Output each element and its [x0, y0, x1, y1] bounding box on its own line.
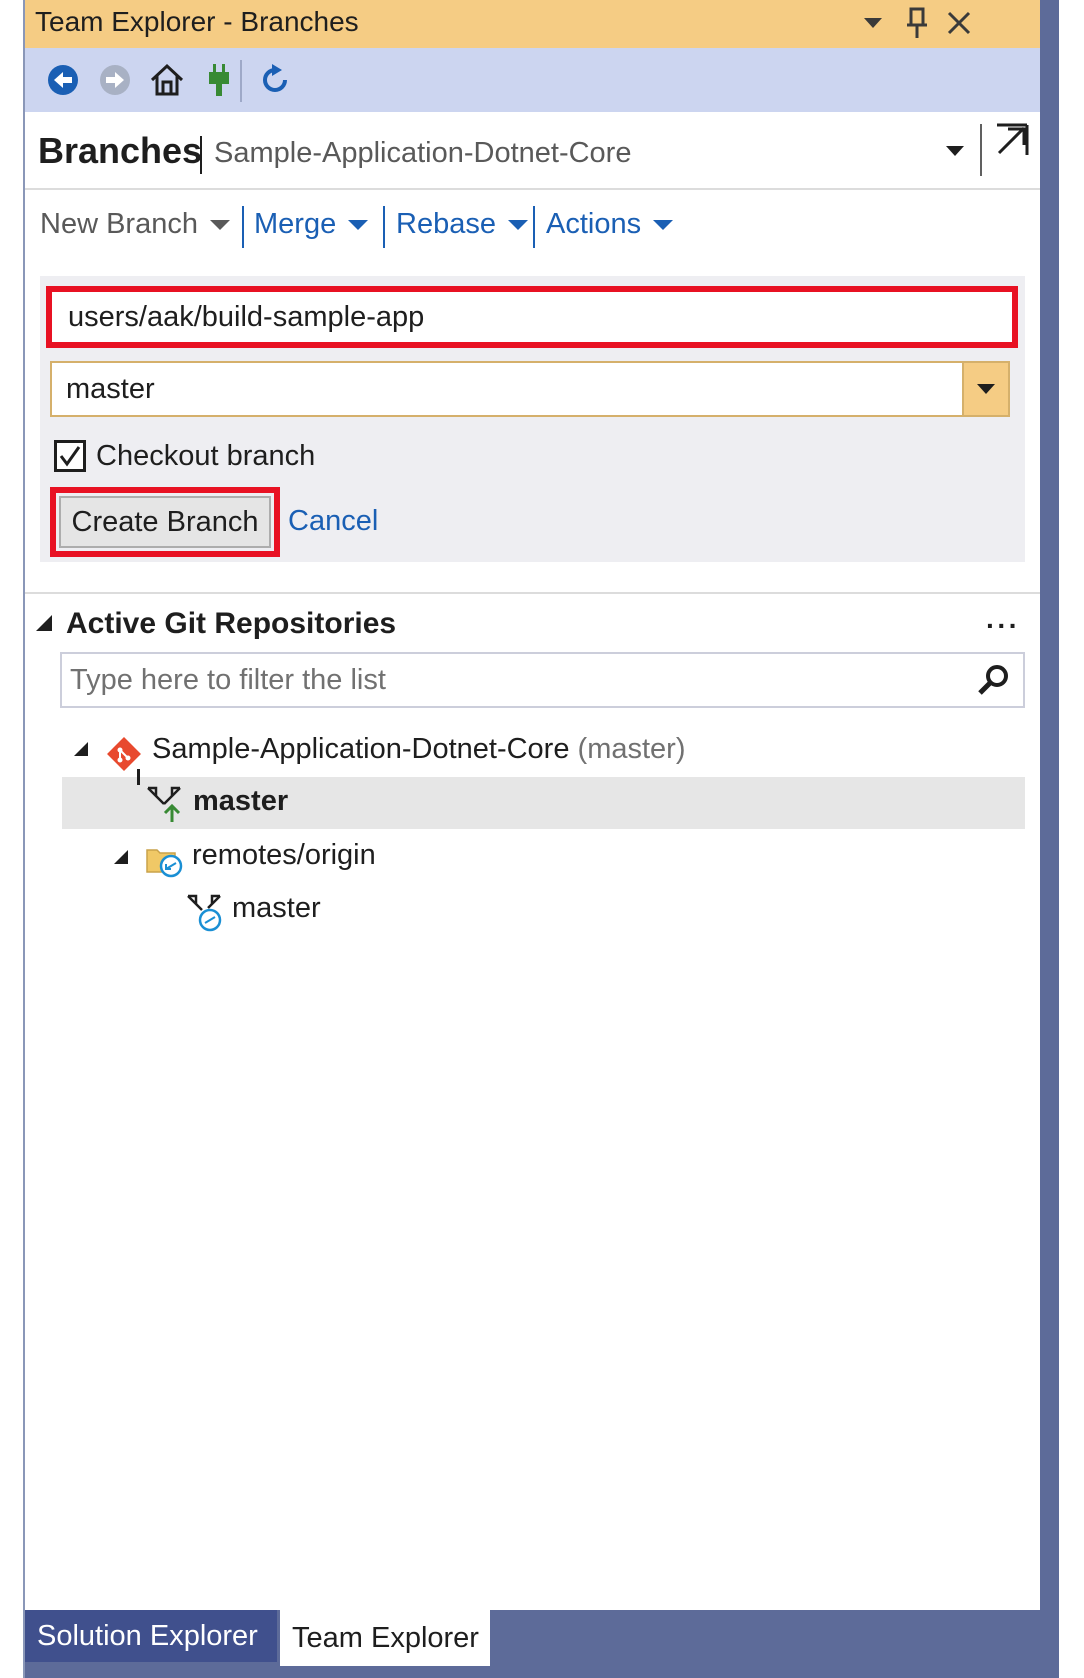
tree-connector	[137, 769, 140, 785]
chevron-down-icon	[348, 219, 369, 230]
window-left-border	[23, 0, 25, 1678]
chevron-down-icon	[946, 146, 964, 156]
action-separator	[383, 206, 385, 248]
page-menu-dropdown[interactable]	[940, 136, 970, 166]
pin-button[interactable]	[899, 4, 935, 42]
close-icon	[947, 11, 971, 35]
connect-button[interactable]	[197, 58, 241, 102]
base-branch-value: master	[66, 373, 155, 405]
rebase-menu[interactable]: Rebase	[396, 208, 528, 241]
window-menu-dropdown[interactable]	[855, 4, 891, 42]
header-separator	[980, 124, 982, 176]
tab-team-explorer[interactable]: Team Explorer	[280, 1610, 490, 1666]
filter-box	[60, 652, 1025, 708]
popout-icon	[997, 123, 1029, 155]
filter-input[interactable]	[70, 658, 950, 702]
chevron-down-icon	[977, 384, 995, 394]
collapse-triangle-icon[interactable]	[74, 742, 88, 756]
checkout-branch-checkbox[interactable]	[54, 440, 86, 472]
tool-window-tabs: Solution Explorer Team Explorer	[25, 1610, 1040, 1678]
base-branch-dropdown-button[interactable]	[962, 363, 1008, 415]
collapse-triangle-icon[interactable]	[114, 850, 128, 864]
search-icon	[978, 665, 1008, 695]
header-divider	[25, 188, 1040, 190]
remote-branch-icon	[186, 892, 224, 937]
chevron-down-icon	[507, 219, 528, 230]
outer-margin	[1059, 0, 1084, 1678]
back-arrow-icon	[48, 65, 78, 95]
chevron-down-icon	[864, 18, 882, 28]
home-button[interactable]	[145, 58, 189, 102]
create-branch-button[interactable]: Create Branch	[59, 496, 271, 548]
remote-branch-name[interactable]: master	[232, 892, 321, 925]
forward-button[interactable]	[93, 58, 137, 102]
navigation-toolbar	[25, 48, 1040, 112]
chevron-down-icon	[209, 219, 230, 230]
branch-name-input[interactable]	[56, 296, 1012, 338]
title-bar: Team Explorer - Branches	[25, 0, 1040, 48]
rebase-label: Rebase	[396, 208, 496, 240]
local-branch-name: master	[193, 785, 289, 817]
actions-label: Actions	[546, 208, 642, 240]
cancel-link[interactable]: Cancel	[288, 505, 378, 538]
repo-current-branch: (master)	[577, 733, 686, 765]
repository-name: Sample-Application-Dotnet-Core	[214, 137, 632, 169]
new-branch-label: New Branch	[40, 208, 198, 240]
title-separator	[200, 136, 202, 174]
action-separator	[533, 206, 535, 248]
section-divider	[25, 592, 1040, 594]
base-branch-select[interactable]: master	[50, 361, 1010, 417]
more-options-button[interactable]: ···	[986, 610, 1020, 642]
new-branch-menu[interactable]: New Branch	[40, 208, 230, 241]
forward-arrow-icon	[100, 65, 130, 95]
plug-icon	[209, 64, 229, 96]
refresh-button[interactable]	[253, 58, 297, 102]
collapse-triangle-icon[interactable]	[36, 615, 52, 631]
chevron-down-icon	[653, 219, 674, 230]
branch-icon	[146, 784, 182, 829]
tab-solution-explorer[interactable]: Solution Explorer	[25, 1610, 277, 1662]
action-separator	[242, 206, 244, 248]
window-right-border	[1040, 0, 1059, 1678]
outer-margin	[0, 1610, 23, 1678]
search-button[interactable]	[973, 660, 1013, 700]
toolbar-separator	[240, 60, 242, 102]
back-button[interactable]	[41, 58, 85, 102]
refresh-icon	[263, 64, 287, 92]
home-icon	[150, 63, 184, 96]
close-button[interactable]	[941, 4, 977, 42]
checkmark-icon	[59, 446, 81, 467]
remote-folder-icon	[145, 842, 185, 883]
merge-menu[interactable]: Merge	[254, 208, 369, 241]
popout-button[interactable]	[990, 118, 1034, 162]
window-title: Team Explorer - Branches	[35, 6, 359, 37]
repo-name: Sample-Application-Dotnet-Core	[152, 733, 570, 765]
actions-menu[interactable]: Actions	[546, 208, 674, 241]
checkout-branch-label[interactable]: Checkout branch	[96, 440, 315, 473]
pin-icon	[907, 7, 927, 38]
page-title: Branches	[38, 130, 203, 171]
remote-folder-name[interactable]: remotes/origin	[192, 839, 376, 872]
repo-item[interactable]: Sample-Application-Dotnet-Core (master)	[152, 733, 686, 766]
section-title: Active Git Repositories	[66, 607, 397, 640]
merge-label: Merge	[254, 208, 337, 240]
